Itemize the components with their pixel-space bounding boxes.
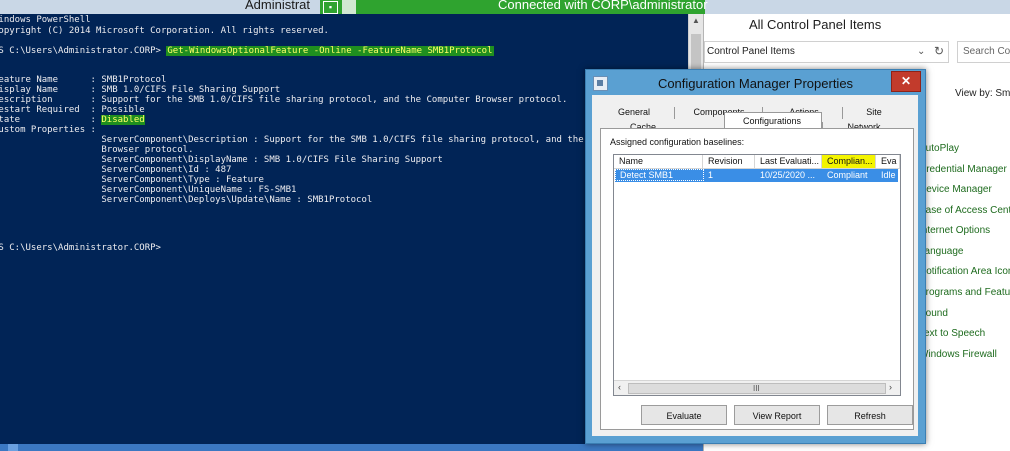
- tab-divider: [674, 107, 675, 119]
- cp-item-programs-features[interactable]: Programs and Features: [919, 287, 1010, 298]
- console-line: Feature Name : SMB1Protocol: [0, 75, 167, 85]
- list-horizontal-scrollbar[interactable]: ‹ III ›: [614, 380, 900, 395]
- tab-divider: [842, 107, 843, 119]
- cell-last-evaluation: 10/25/2020 ...: [760, 170, 816, 180]
- console-line: ServerComponent\Description : Support fo…: [0, 135, 633, 145]
- console-line: Copyright (C) 2014 Microsoft Corporation…: [0, 26, 329, 36]
- tab-general[interactable]: General: [606, 106, 662, 119]
- search-placeholder: Search Co: [963, 46, 1010, 57]
- column-revision[interactable]: Revision: [703, 155, 755, 168]
- view-by-label[interactable]: View by: Sm: [955, 88, 1010, 99]
- cp-item-text-to-speech[interactable]: Text to Speech: [919, 328, 985, 339]
- cell-evaluation: Idle: [881, 170, 896, 180]
- chevron-left-icon[interactable]: ‹: [618, 382, 621, 392]
- close-icon[interactable]: ✕: [891, 71, 921, 92]
- cp-item-internet-options[interactable]: Internet Options: [919, 225, 990, 236]
- console-line: PS C:\Users\Administrator.CORP>: [0, 243, 161, 253]
- rdp-connection-bar[interactable]: ▪ Connected with CORP\administrator: [320, 0, 708, 15]
- column-evaluation[interactable]: Eva: [876, 155, 900, 168]
- pin-icon[interactable]: ▪: [323, 1, 338, 14]
- control-panel-title: All Control Panel Items: [749, 17, 882, 32]
- table-row[interactable]: Detect SMB1 1 10/25/2020 ... Compliant I…: [615, 169, 898, 182]
- chevron-down-icon[interactable]: ⌄: [917, 46, 925, 57]
- config-manager-dialog: Configuration Manager Properties ✕ Gener…: [585, 69, 926, 444]
- cp-item-ease-of-access[interactable]: Ease of Access Center: [919, 205, 1010, 216]
- tab-site[interactable]: Site: [854, 106, 894, 119]
- cell-compliance: Compliant: [827, 170, 868, 180]
- console-line: Display Name : SMB 1.0/CIFS File Sharing…: [0, 85, 281, 95]
- view-report-button[interactable]: View Report: [734, 405, 820, 425]
- powershell-window-title: Administrat: [245, 0, 311, 12]
- baselines-list[interactable]: Name Revision Last Evaluati... Complian.…: [613, 154, 901, 396]
- console-line: Restart Required : Possible: [0, 105, 145, 115]
- list-header: Name Revision Last Evaluati... Complian.…: [614, 155, 900, 169]
- column-name[interactable]: Name: [614, 155, 703, 168]
- refresh-icon[interactable]: ↻: [934, 44, 944, 58]
- console-state-line: State : Disabled: [0, 115, 145, 125]
- console-command: Get-WindowsOptionalFeature -Online -Feat…: [166, 46, 494, 56]
- rdp-bar-notch: [342, 0, 356, 15]
- console-prompt-line: PS C:\Users\Administrator.CORP> Get-Wind…: [0, 46, 494, 56]
- cp-item-windows-firewall[interactable]: Windows Firewall: [919, 349, 997, 360]
- console-line: Windows PowerShell: [0, 15, 91, 25]
- refresh-button[interactable]: Refresh: [827, 405, 913, 425]
- dialog-title: Configuration Manager Properties: [657, 76, 854, 91]
- address-text: Control Panel Items: [707, 46, 795, 57]
- rdp-connection-text: Connected with CORP\administrator: [498, 0, 708, 12]
- evaluate-button[interactable]: Evaluate: [641, 405, 727, 425]
- cp-item-notification-area[interactable]: Notification Area Icons: [919, 266, 1010, 277]
- console-line: Description : Support for the SMB 1.0/CI…: [0, 95, 568, 105]
- dialog-body: General Components Actions Site Cache Co…: [592, 95, 918, 436]
- search-box[interactable]: Search Co: [957, 41, 1010, 63]
- column-compliance[interactable]: Complian...: [822, 155, 876, 168]
- scroll-grip: III: [753, 384, 760, 393]
- chevron-right-icon[interactable]: ›: [889, 382, 892, 392]
- console-line: Custom Properties :: [0, 125, 102, 135]
- state-value-highlight: Disabled: [101, 115, 145, 125]
- console-line: ServerComponent\UniqueName : FS-SMB1: [0, 185, 297, 195]
- configurations-panel: Assigned configuration baselines: Name R…: [600, 128, 914, 430]
- console-line: ServerComponent\Type : Feature: [0, 175, 264, 185]
- console-state-key: State :: [0, 115, 102, 125]
- baselines-label: Assigned configuration baselines:: [610, 137, 745, 147]
- tab-configurations[interactable]: Configurations: [724, 115, 820, 128]
- console-prompt: PS C:\Users\Administrator.CORP>: [0, 46, 167, 56]
- cp-item-device-manager[interactable]: Device Manager: [919, 184, 992, 195]
- column-last-evaluation[interactable]: Last Evaluati...: [755, 155, 822, 168]
- taskbar: [0, 444, 703, 451]
- cell-revision: 1: [708, 170, 714, 180]
- scroll-up-icon[interactable]: ▲: [692, 16, 700, 25]
- cp-item-credential-manager[interactable]: Credential Manager: [919, 164, 1007, 175]
- address-bar[interactable]: Control Panel Items ⌄ ↻: [704, 41, 949, 63]
- console-line: ServerComponent\DisplayName : SMB 1.0/CI…: [0, 155, 443, 165]
- taskbar-icon[interactable]: [8, 444, 18, 451]
- scroll-thumb[interactable]: III: [628, 383, 886, 394]
- console-line: ServerComponent\Deploys\Update\Name : SM…: [0, 195, 373, 205]
- console-line: ServerComponent\Id : 487: [0, 165, 232, 175]
- console-line: Browser protocol.: [0, 145, 194, 155]
- cell-name: Detect SMB1: [620, 170, 674, 180]
